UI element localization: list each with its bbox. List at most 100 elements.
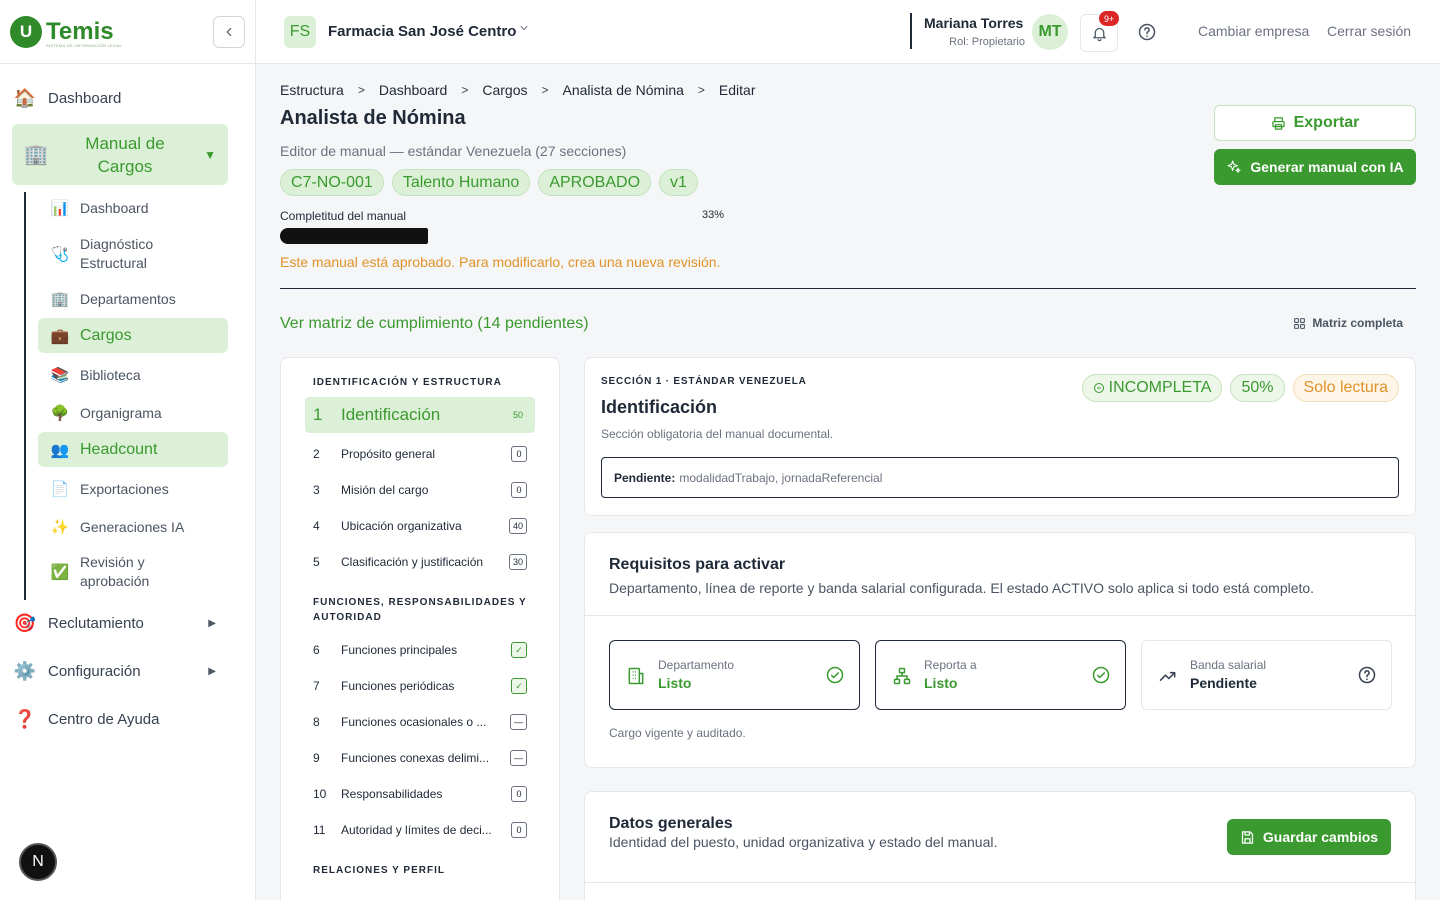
section-item[interactable]: 6 Funciones principales ✓: [305, 632, 535, 668]
subitem-label: Cargos: [80, 326, 132, 344]
sidebar-item-label: Reclutamiento: [48, 614, 144, 632]
subitem-cargos[interactable]: 💼 Cargos: [38, 318, 228, 353]
user-name: Mariana Torres: [924, 15, 1024, 31]
brand-name: Temis: [46, 17, 114, 45]
subitem-organigrama[interactable]: 🌳 Organigrama: [38, 402, 228, 424]
section-item[interactable]: 11 Autoridad y límites de deci... 0: [305, 812, 535, 848]
sparkles-icon: [1227, 160, 1241, 173]
building-icon: 🏢: [50, 291, 70, 308]
breadcrumb-item[interactable]: Dashboard: [379, 82, 448, 98]
sidebar-item-reclutamiento[interactable]: 🎯 Reclutamiento ▶: [12, 611, 228, 635]
subitem-diagnostico[interactable]: 🩺 Diagnóstico Estructural: [38, 234, 228, 274]
sidebar-item-label: Manual de Cargos: [85, 133, 165, 176]
subitem-label: Dashboard: [80, 200, 149, 216]
subitem-dashboard[interactable]: 📊 Dashboard: [38, 197, 228, 219]
incomplete-badge: INCOMPLETA: [1081, 374, 1223, 402]
save-changes-button[interactable]: Guardar cambios: [1227, 819, 1391, 855]
stethoscope-icon: 🩺: [50, 246, 70, 263]
subitem-departamentos[interactable]: 🏢 Departamentos: [38, 288, 228, 310]
pending-value: modalidadTrabajo, jornadaReferencial: [679, 470, 883, 485]
subitem-generaciones-ia[interactable]: ✨ Generaciones IA: [38, 516, 228, 538]
user-avatar[interactable]: MT: [1032, 14, 1068, 50]
subitem-biblioteca[interactable]: 📚 Biblioteca: [38, 364, 228, 386]
incomplete-label: INCOMPLETA: [1108, 379, 1212, 396]
books-icon: 📚: [50, 367, 70, 384]
requirements-footer: Cargo vigente y auditado.: [609, 726, 746, 740]
collapse-sidebar-button[interactable]: [213, 16, 245, 48]
section-number: 11: [313, 823, 326, 837]
subitem-exportaciones[interactable]: 📄 Exportaciones: [38, 478, 228, 500]
printer-icon: [1271, 116, 1285, 130]
subitem-label: Revisión y aprobación: [80, 554, 150, 589]
sidebar-item-dashboard[interactable]: 🏠 Dashboard: [12, 86, 228, 110]
requirement-label: Reporta a: [924, 658, 977, 672]
chart-icon: 📊: [50, 200, 70, 217]
chevron-down-icon[interactable]: [518, 22, 530, 37]
company-selector[interactable]: Farmacia San José Centro: [328, 23, 516, 40]
dev-tools-badge[interactable]: N: [19, 843, 57, 881]
switch-company-link[interactable]: Cambiar empresa: [1198, 23, 1309, 39]
section-group-heading: FUNCIONES, RESPONSABILIDADES Y AUTORIDAD: [313, 597, 527, 623]
full-matrix-button[interactable]: Matriz completa: [1293, 316, 1403, 330]
section-name: Clasificación y justificación: [341, 555, 484, 569]
subitem-headcount[interactable]: 👥 Headcount: [38, 432, 228, 467]
section-number: 9: [313, 751, 320, 765]
sidebar-item-configuracion[interactable]: ⚙️ Configuración ▶: [12, 659, 228, 683]
requirements-title: Requisitos para activar: [609, 556, 786, 573]
help-circle-icon: [1358, 666, 1376, 684]
breadcrumb-item[interactable]: Estructura: [280, 82, 344, 98]
sidebar-item-label: Configuración: [48, 662, 141, 680]
section-item[interactable]: 10 Responsabilidades 0: [305, 776, 535, 812]
sidebar-item-centro-ayuda[interactable]: ❓ Centro de Ayuda: [12, 707, 228, 731]
section-list: IDENTIFICACIÓN Y ESTRUCTURA 1 Identifica…: [280, 357, 560, 900]
section-status-tags: INCOMPLETA 50% Solo lectura: [1081, 374, 1399, 402]
user-role: Rol: Propietario: [949, 36, 1025, 48]
breadcrumb-item[interactable]: Cargos: [482, 82, 527, 98]
section-number: 10: [313, 787, 327, 801]
section-number: 1: [313, 405, 323, 424]
breadcrumb: Estructura > Dashboard > Cargos > Analis…: [280, 82, 756, 98]
section-item[interactable]: 8 Funciones ocasionales o ... —: [305, 704, 535, 740]
section-name: Funciones conexas delimi...: [341, 751, 490, 765]
approved-warning: Este manual está aprobado. Para modifica…: [280, 254, 721, 270]
caret-down-icon: ▼: [204, 147, 216, 162]
section-item[interactable]: 4 Ubicación organizativa 40: [305, 508, 535, 544]
export-button[interactable]: Exportar: [1214, 105, 1416, 141]
target-icon: 🎯: [13, 612, 37, 633]
save-icon: [1241, 830, 1254, 844]
section-item[interactable]: 7 Funciones periódicas ✓: [305, 668, 535, 704]
generate-ai-button[interactable]: Generar manual con IA: [1214, 149, 1416, 185]
chevron-right-icon: >: [541, 83, 549, 97]
subitem-label: Headcount: [80, 440, 158, 458]
section-name: Funciones periódicas: [341, 679, 455, 693]
help-button[interactable]: [1137, 22, 1157, 47]
section-item[interactable]: 3 Misión del cargo 0: [305, 472, 535, 508]
section-number: 2: [313, 447, 320, 461]
section-count: 0: [511, 786, 527, 802]
logout-link[interactable]: Cerrar sesión: [1327, 23, 1411, 39]
notification-count-badge: 9+: [1099, 11, 1120, 26]
subitem-label: Organigrama: [80, 405, 162, 421]
section-item[interactable]: 5 Clasificación y justificación 30: [305, 544, 535, 580]
divider: [585, 882, 1415, 883]
caret-right-icon: ▶: [208, 665, 216, 677]
compliance-matrix-link[interactable]: Ver matriz de cumplimiento (14 pendiente…: [280, 315, 589, 333]
section-number: 5: [313, 555, 320, 569]
breadcrumb-item[interactable]: Analista de Nómina: [563, 82, 684, 98]
general-data-description: Identidad del puesto, unidad organizativ…: [609, 834, 998, 850]
subitem-label: Exportaciones: [80, 481, 169, 497]
requirement-value: Pendiente: [1190, 675, 1257, 691]
logo-icon: U: [10, 15, 42, 48]
section-count: 0: [511, 446, 527, 462]
subitem-label: Biblioteca: [80, 367, 141, 383]
section-item[interactable]: 9 Funciones conexas delimi... —: [305, 740, 535, 776]
manual-chips: C7-NO-001 Talento Humano APROBADO v1: [280, 169, 698, 196]
section-item[interactable]: 1 Identificación 50: [305, 397, 535, 433]
sidebar-item-manual-de-cargos[interactable]: 🏢 Manual de Cargos ▼: [12, 124, 228, 185]
section-item[interactable]: 2 Propósito general 0: [305, 436, 535, 472]
divider: [585, 615, 1415, 616]
pending-fields-box: Pendiente: modalidadTrabajo, jornadaRefe…: [601, 457, 1399, 498]
section-group-heading: IDENTIFICACIÓN Y ESTRUCTURA: [313, 377, 502, 388]
pending-label: Pendiente:: [614, 470, 676, 485]
subitem-revision[interactable]: ✅ Revisión y aprobación: [38, 552, 228, 592]
